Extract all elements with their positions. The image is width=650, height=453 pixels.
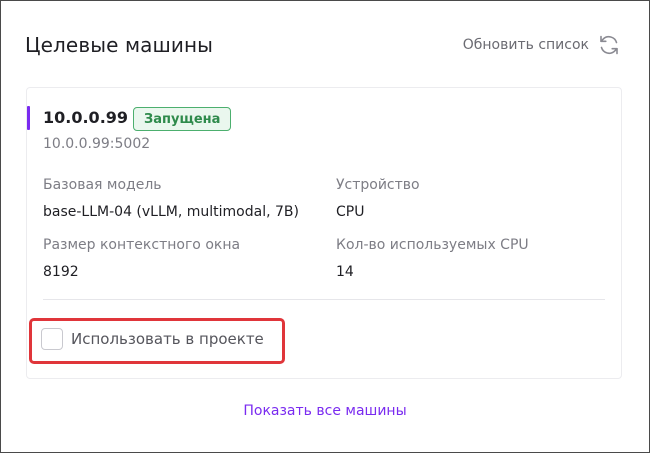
context-size-value: 8192 (43, 264, 79, 280)
context-size-label: Размер контекстного окна (43, 237, 241, 253)
use-in-project-label: Использовать в проекте (71, 330, 264, 348)
refresh-list-button[interactable]: Обновить список (463, 32, 621, 58)
device-label: Устройство (336, 177, 420, 193)
show-all-machines-link[interactable]: Показать все машины (1, 403, 649, 419)
card-divider (43, 299, 605, 300)
page-title: Целевые машины (25, 33, 214, 57)
machine-card: 10.0.0.99 Запущена 10.0.0.99:5002 Базова… (26, 87, 622, 379)
cpu-count-value: 14 (336, 264, 354, 280)
refresh-list-label: Обновить список (462, 37, 589, 53)
machine-accent-bar (27, 106, 30, 130)
use-in-project-checkbox[interactable] (41, 328, 63, 350)
cpu-count-label: Кол-во используемых CPU (336, 237, 529, 253)
use-in-project-checkbox-row[interactable]: Использовать в проекте (41, 327, 264, 351)
device-value: CPU (336, 204, 365, 220)
machine-address: 10.0.0.99:5002 (43, 136, 151, 152)
target-machines-panel: Целевые машины Обновить список 10.0.0.99… (0, 0, 650, 453)
base-model-label: Базовая модель (43, 177, 162, 193)
status-badge: Запущена (133, 107, 232, 131)
base-model-value: base-LLM-04 (vLLM, multimodal, 7B) (43, 204, 299, 220)
refresh-icon (600, 35, 618, 55)
machine-name: 10.0.0.99 (43, 108, 129, 127)
